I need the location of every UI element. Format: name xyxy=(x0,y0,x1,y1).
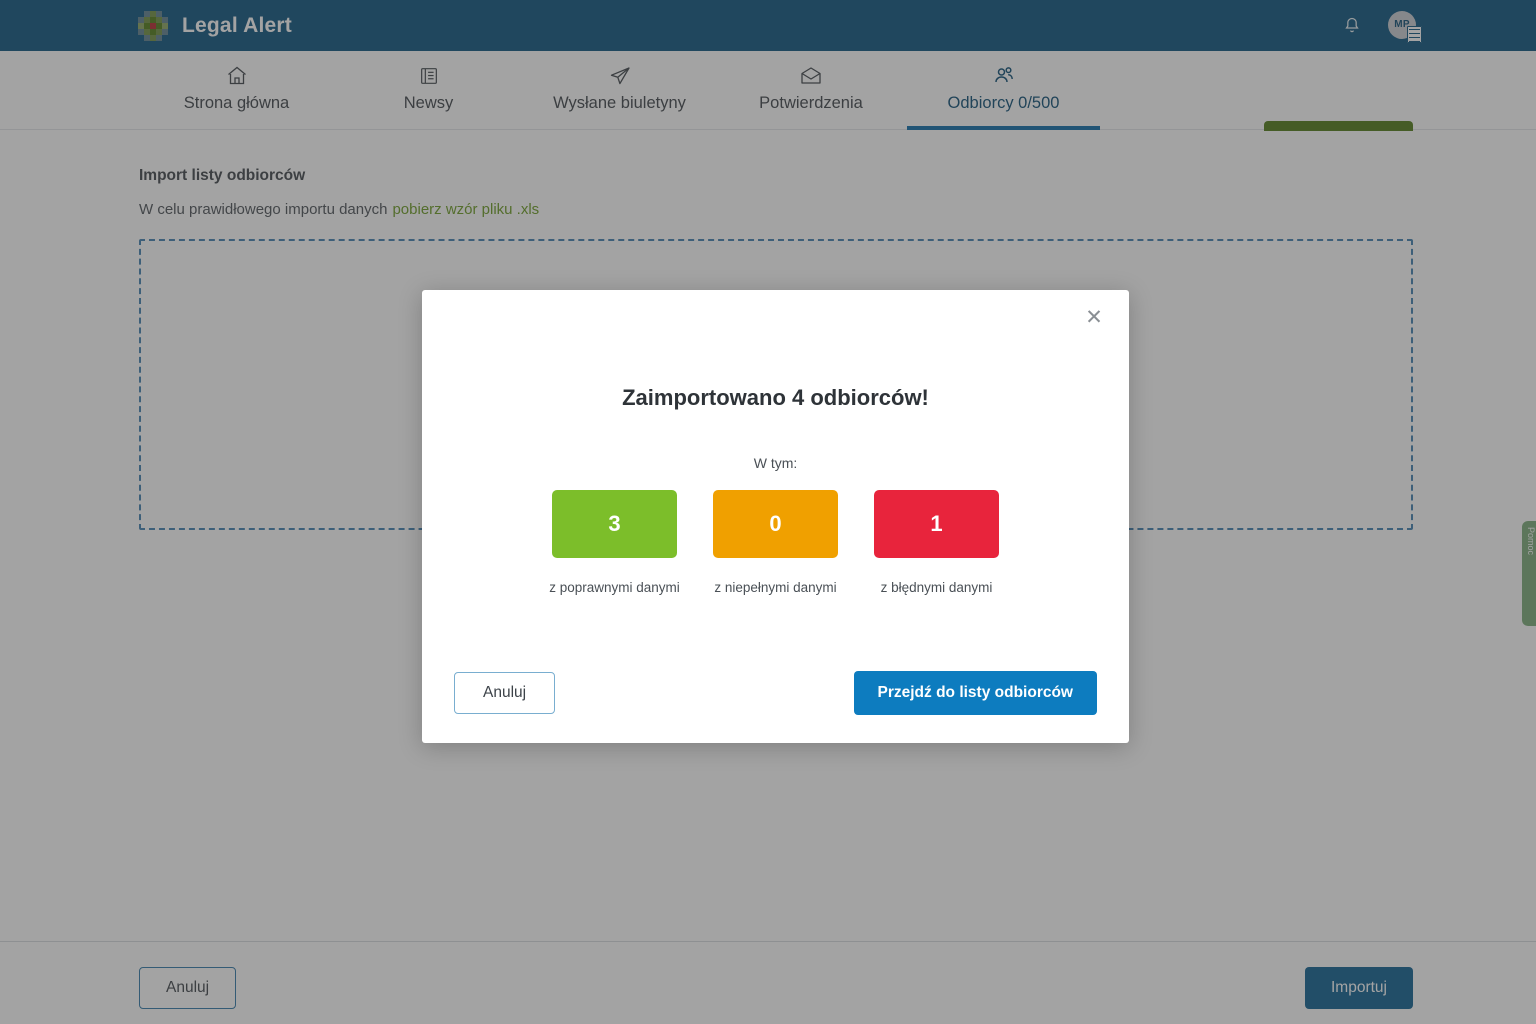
stat-label: z niepełnymi danymi xyxy=(714,580,836,595)
stat-value-box: 3 xyxy=(552,490,677,558)
dialog-subtitle: W tym: xyxy=(422,455,1129,471)
stat-value-box: 1 xyxy=(874,490,999,558)
dialog-goto-recipients-button[interactable]: Przejdź do listy odbiorców xyxy=(854,671,1098,715)
close-x-icon[interactable]: ✕ xyxy=(1081,304,1107,330)
dialog-footer: Anuluj Przejdź do listy odbiorców xyxy=(454,671,1097,715)
import-stats: 3 z poprawnymi danymi 0 z niepełnymi dan… xyxy=(422,490,1129,595)
stat-label: z błędnymi danymi xyxy=(881,580,993,595)
stat-invalid: 1 z błędnymi danymi xyxy=(874,490,999,595)
stat-label: z poprawnymi danymi xyxy=(549,580,680,595)
stat-value-box: 0 xyxy=(713,490,838,558)
dialog-cancel-button[interactable]: Anuluj xyxy=(454,672,555,714)
app-root: Legal Alert MP xyxy=(0,0,1536,1024)
stat-valid: 3 z poprawnymi danymi xyxy=(552,490,677,595)
stat-incomplete: 0 z niepełnymi danymi xyxy=(713,490,838,595)
import-result-dialog: ✕ Zaimportowano 4 odbiorców! W tym: 3 z … xyxy=(422,290,1129,743)
dialog-title: Zaimportowano 4 odbiorców! xyxy=(422,385,1129,411)
